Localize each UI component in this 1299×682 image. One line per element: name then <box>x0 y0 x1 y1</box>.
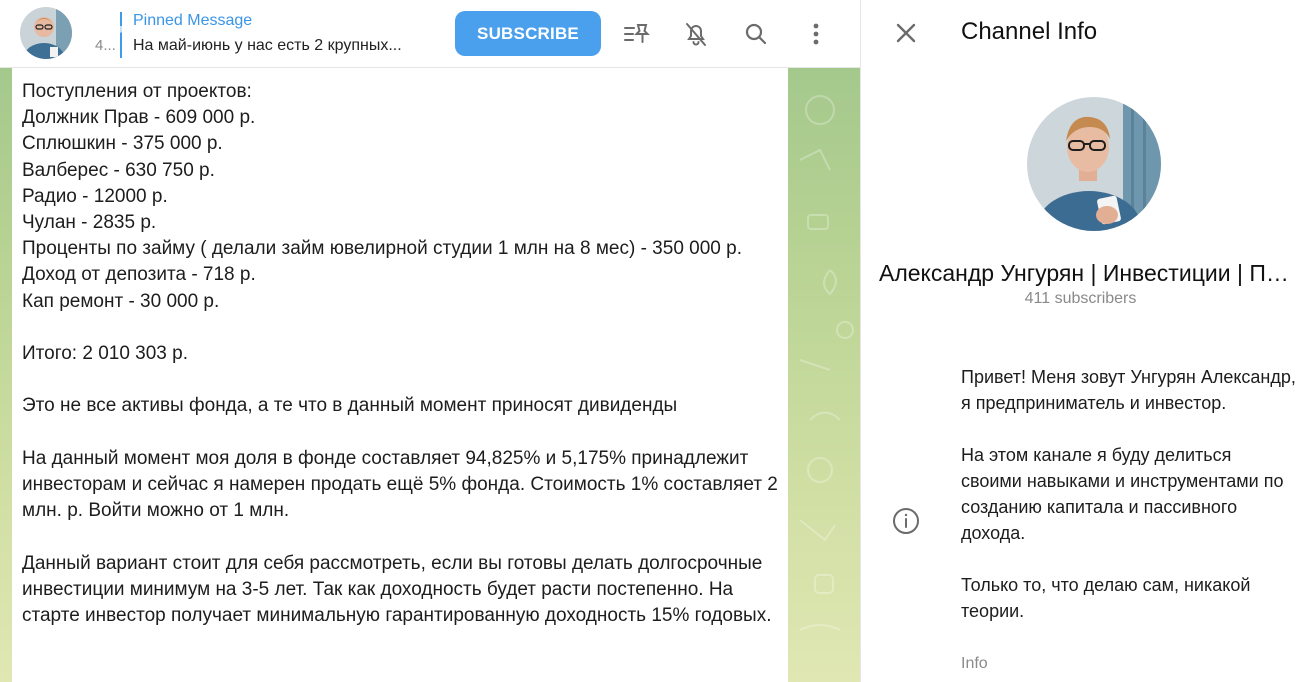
message-line: Должник Прав - 609 000 р. <box>22 107 256 129</box>
subscriber-count: 411 subscribers <box>1024 290 1137 307</box>
description-caption: Info <box>961 655 988 672</box>
message-line: Радио - 12000 р. <box>22 185 168 207</box>
description-paragraph: Привет! Меня зовут Унгурян Александр, я … <box>961 367 1296 413</box>
message-line <box>22 315 782 341</box>
message-line: На данный момент моя доля в фонде состав… <box>22 447 784 522</box>
message-line <box>22 367 782 393</box>
description-paragraph: Только то, что делаю сам, никакой теории… <box>961 575 1251 621</box>
message-line: Поступления от проектов: <box>22 81 252 102</box>
pinned-count: 4... <box>95 37 116 54</box>
message-line <box>22 420 782 446</box>
channel-avatar[interactable] <box>20 7 72 59</box>
message-line: Сплюшкин - 375 000 р. <box>22 133 223 155</box>
channel-info-panel: Channel Info Александр Унгурян | Инвести… <box>860 0 1299 682</box>
channel-description: Привет! Меня зовут Унгурян Александр, я … <box>961 364 1296 624</box>
message-line: Чулан - 2835 р. <box>22 212 157 234</box>
chat-header: 4... Pinned Message На май-июнь у нас ес… <box>0 0 860 68</box>
channel-name: Александр Унгурян | Инвестиции | Пассивн… <box>879 260 1299 286</box>
message-line: Данный вариант стоит для себя рассмотрет… <box>22 552 772 627</box>
description-paragraph: На этом канале я буду делиться своими на… <box>961 445 1284 543</box>
message-line: Это не все активы фонда, а те что в данн… <box>22 395 678 417</box>
channel-avatar-large[interactable] <box>1027 97 1161 231</box>
message-line <box>22 524 782 550</box>
pinned-message-title[interactable]: Pinned Message <box>133 12 252 30</box>
panel-title: Channel Info <box>961 18 1098 45</box>
close-icon[interactable] <box>891 18 921 48</box>
message-line: Валберес - 630 750 р. <box>22 159 215 181</box>
message-line: Кап ремонт - 30 000 р. <box>22 290 220 312</box>
pinned-indicator-bar <box>120 12 122 58</box>
message-line: Доход от депозита - 718 р. <box>22 264 256 286</box>
search-icon[interactable] <box>736 14 776 54</box>
mute-bell-icon[interactable] <box>676 14 716 54</box>
message-text: Поступления от проектов: Должник Прав - 6… <box>22 79 782 629</box>
subscribe-button[interactable]: SUBSCRIBE <box>455 11 601 56</box>
info-icon <box>892 507 920 535</box>
chat-area: 4... Pinned Message На май-июнь у нас ес… <box>0 0 860 682</box>
more-vertical-icon[interactable] <box>796 14 836 54</box>
pinned-message-preview[interactable]: На май-июнь у нас есть 2 крупных... <box>133 37 433 55</box>
message-line: Проценты по займу ( делали займ ювелирно… <box>22 238 742 260</box>
message-line: Итого: 2 010 303 р. <box>22 343 188 365</box>
pinned-list-icon[interactable] <box>616 14 656 54</box>
